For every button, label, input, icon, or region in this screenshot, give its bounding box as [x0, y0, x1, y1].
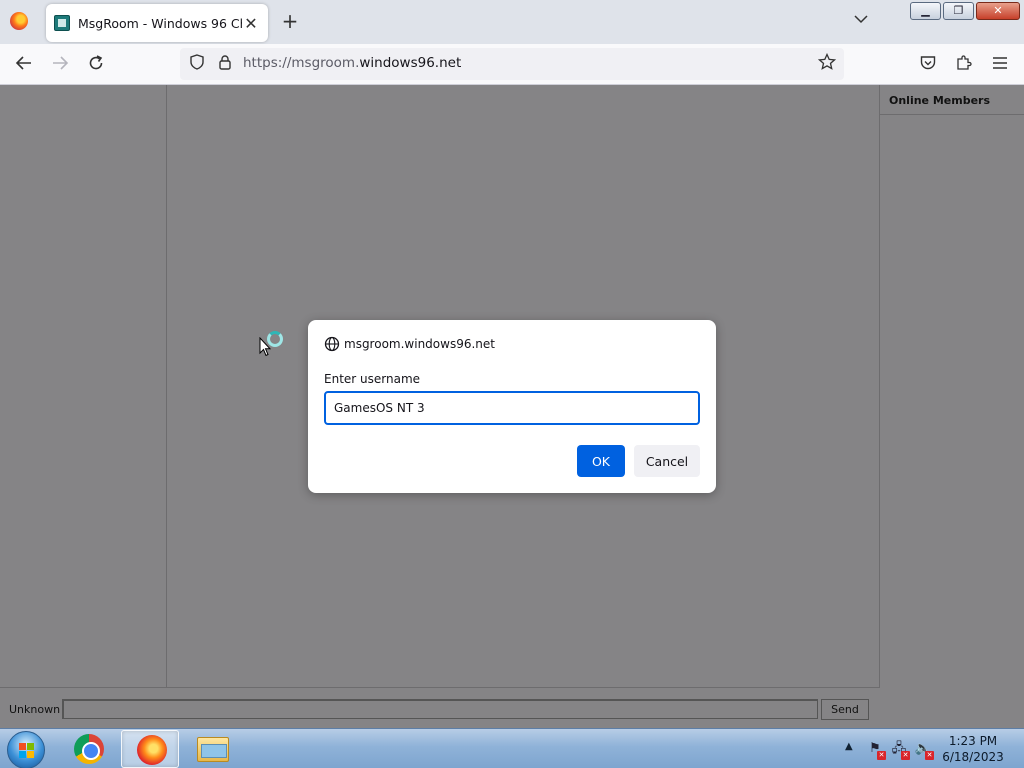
- start-button[interactable]: [7, 731, 45, 768]
- tab-msgroom[interactable]: MsgRoom - Windows 96 Chat ✕: [46, 4, 268, 42]
- volume-icon[interactable]: 🔈 ✕: [914, 740, 934, 760]
- tab-bar: MsgRoom - Windows 96 Chat ✕ + ▁ ❐ ✕: [0, 0, 1024, 44]
- extensions-puzzle-icon[interactable]: [953, 54, 975, 76]
- tab-close-icon[interactable]: ✕: [242, 14, 260, 33]
- username-prompt-dialog: msgroom.windows96.net Enter username OK …: [308, 320, 716, 493]
- clock-time: 1:23 PM: [948, 734, 998, 748]
- restore-icon[interactable]: ❐: [943, 2, 974, 20]
- firefox-view-icon[interactable]: [10, 12, 28, 30]
- close-window-icon[interactable]: ✕: [976, 2, 1020, 20]
- taskbar-firefox[interactable]: [121, 730, 179, 768]
- minimize-icon[interactable]: ▁: [910, 2, 941, 20]
- msgroom-favicon-icon: [54, 15, 70, 31]
- navigation-toolbar: https://msgroom.windows96.net: [0, 44, 1024, 85]
- username-input[interactable]: [324, 391, 700, 425]
- busy-spinner-icon: [267, 331, 283, 347]
- taskbar-explorer[interactable]: [183, 730, 241, 768]
- tab-title: MsgRoom - Windows 96 Chat: [78, 15, 242, 31]
- globe-icon: [324, 336, 340, 352]
- back-arrow-icon[interactable]: [13, 54, 35, 76]
- ok-button[interactable]: OK: [577, 445, 625, 477]
- windows-taskbar: ▲ ⚑ ✕ 🖧 ✕ 🔈 ✕ 1:23 PM 6/18/2023: [0, 728, 1024, 768]
- show-hidden-icons-icon[interactable]: ▲: [845, 741, 853, 752]
- forward-arrow-icon[interactable]: [49, 54, 71, 76]
- cancel-button[interactable]: Cancel: [634, 445, 700, 477]
- new-tab-icon[interactable]: +: [280, 11, 300, 31]
- online-members-panel: Online Members: [880, 85, 1024, 728]
- clock[interactable]: 1:23 PM 6/18/2023: [938, 733, 1008, 765]
- chrome-icon: [74, 734, 104, 764]
- list-all-tabs-icon[interactable]: [854, 12, 868, 28]
- action-center-flag-icon[interactable]: ⚑ ✕: [866, 740, 886, 760]
- hamburger-menu-icon[interactable]: [989, 54, 1011, 76]
- message-bar: Unknown Send: [0, 687, 880, 728]
- firefox-icon: [137, 735, 167, 765]
- pocket-icon[interactable]: [917, 54, 939, 76]
- left-panel: [0, 85, 167, 687]
- dialog-origin: msgroom.windows96.net: [344, 337, 495, 351]
- network-icon[interactable]: 🖧 ✕: [890, 740, 910, 760]
- current-username: Unknown: [9, 703, 61, 716]
- bookmark-star-icon[interactable]: [817, 52, 837, 76]
- folder-icon: [197, 737, 229, 762]
- reload-icon[interactable]: [85, 54, 107, 76]
- url-text[interactable]: https://msgroom.windows96.net: [243, 55, 461, 71]
- address-bar[interactable]: https://msgroom.windows96.net: [180, 48, 844, 80]
- message-input[interactable]: [62, 699, 818, 719]
- window-controls: ▁ ❐ ✕: [910, 2, 1020, 20]
- taskbar-chrome[interactable]: [59, 730, 117, 768]
- lock-icon[interactable]: [215, 54, 235, 74]
- send-button[interactable]: Send: [821, 699, 869, 720]
- clock-date: 6/18/2023: [942, 750, 1004, 764]
- members-header: Online Members: [880, 85, 1024, 115]
- dialog-prompt-label: Enter username: [324, 372, 421, 386]
- tracking-protection-shield-icon[interactable]: [187, 54, 207, 74]
